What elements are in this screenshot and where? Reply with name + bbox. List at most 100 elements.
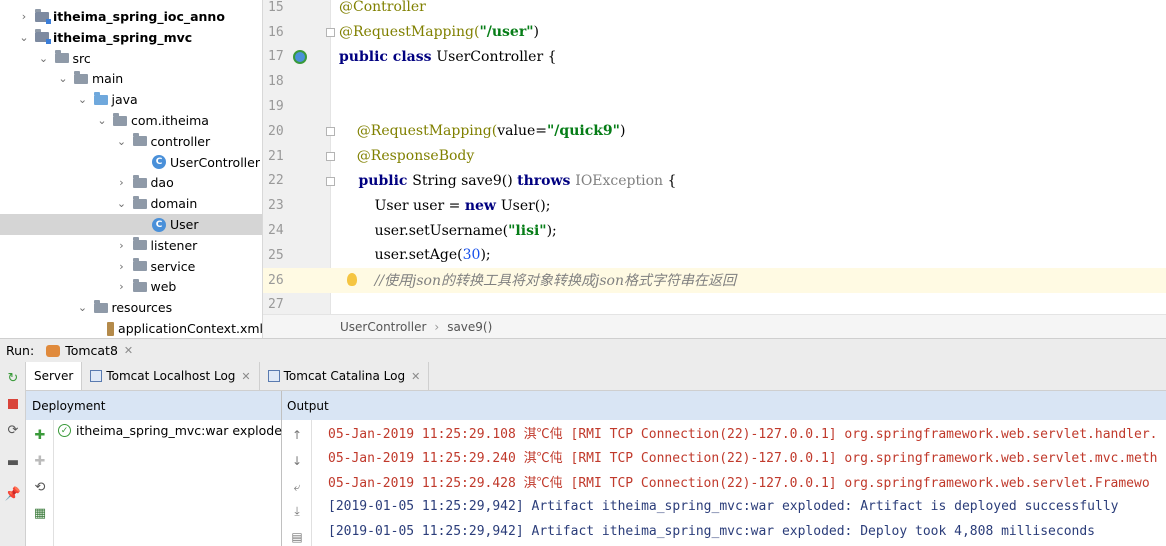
folder-icon xyxy=(132,258,147,272)
run-toolbar: ↻ ⟳ ▬ 📌 xyxy=(0,362,26,546)
tree-item[interactable]: ⌄ domain xyxy=(0,193,262,214)
fold-marker-icon[interactable] xyxy=(326,176,335,186)
tree-item[interactable]: ⌄ com.itheima xyxy=(0,110,262,131)
chevron-down-icon[interactable]: ⌄ xyxy=(77,301,89,314)
tree-item[interactable]: ⌄ src xyxy=(0,48,262,69)
artifact-item[interactable]: ✓ itheima_spring_mvc:war exploded xyxy=(58,423,290,438)
code-editor[interactable]: 15 @Controller 16 @RequestMapping("/user") 1… xyxy=(263,0,1166,338)
breadcrumb-class[interactable]: UserController xyxy=(340,320,426,334)
chevron-right-icon[interactable]: › xyxy=(116,176,128,189)
fold-marker-icon[interactable] xyxy=(326,151,335,161)
output-console[interactable]: ↑ ↓ ⤶ ⤓ ▤ 05-Jan-2019 11:25:29.108 淇℃伅 [… xyxy=(282,420,1166,546)
print-icon[interactable]: ▤ xyxy=(290,530,304,544)
tree-item[interactable]: C User xyxy=(0,214,262,235)
chevron-down-icon[interactable]: ⌄ xyxy=(57,72,69,85)
deploy-icon[interactable]: ✚ xyxy=(33,428,47,443)
code-text: User user = new User(); xyxy=(339,197,551,214)
code-line[interactable]: 26 //使用json的转换工具将对象转换成json格式字符串在返回 xyxy=(263,267,1166,293)
breadcrumb-method[interactable]: save9() xyxy=(447,320,492,334)
code-text: public class UserController { xyxy=(339,48,557,65)
tomcat-icon xyxy=(46,344,61,357)
chevron-down-icon[interactable]: ⌄ xyxy=(77,93,89,106)
tree-item-label: User xyxy=(170,217,199,232)
tree-item-label: service xyxy=(150,258,196,274)
build-artifact-icon[interactable]: ▦ xyxy=(33,506,47,521)
log-line: [2019-01-05 11:25:29,942] Artifact ithei… xyxy=(328,498,1119,514)
chevron-right-icon[interactable]: › xyxy=(116,239,128,252)
chevron-down-icon[interactable]: ⌄ xyxy=(116,135,128,148)
tree-item[interactable]: applicationContext.xml xyxy=(0,318,262,338)
scroll-to-end-icon[interactable]: ⤓ xyxy=(290,504,304,518)
check-icon: ✓ xyxy=(58,424,71,437)
restart-icon[interactable]: ⟳ xyxy=(5,422,21,438)
code-line[interactable]: 16 @RequestMapping("/user") xyxy=(263,20,1166,45)
undeploy-icon[interactable]: ✚ xyxy=(33,454,47,469)
tree-item[interactable]: › service xyxy=(0,256,262,277)
source-folder-icon xyxy=(93,91,108,105)
arrow-down-icon[interactable]: ↓ xyxy=(290,454,304,468)
spring-bean-icon[interactable] xyxy=(293,49,307,64)
tree-item-label: web xyxy=(150,279,177,295)
pin-icon[interactable]: 📌 xyxy=(5,486,21,502)
tab-server[interactable]: Server xyxy=(26,362,83,390)
code-text: @RequestMapping("/user") xyxy=(339,24,539,41)
tree-item[interactable]: ⌄ controller xyxy=(0,131,262,152)
code-line[interactable]: 21 @ResponseBody xyxy=(263,144,1166,169)
chevron-right-icon[interactable]: › xyxy=(18,10,30,23)
fold-marker-icon[interactable] xyxy=(326,27,335,37)
project-tree: › itheima_spring_ioc_anno ⌄ itheima_spring_… xyxy=(0,0,263,338)
tree-item-label: src xyxy=(72,50,91,66)
lightbulb-icon[interactable] xyxy=(347,272,357,286)
chevron-right-icon[interactable]: › xyxy=(116,280,128,293)
fold-marker-icon[interactable] xyxy=(326,127,335,136)
code-line[interactable]: 19 xyxy=(263,94,1166,119)
code-line[interactable]: 23 User user = new User(); xyxy=(263,193,1166,218)
refresh-icon[interactable]: ⟲ xyxy=(33,480,47,495)
breadcrumb: UserController › save9() xyxy=(263,314,1166,338)
code-line[interactable]: 15 @Controller xyxy=(263,0,1166,20)
tree-item[interactable]: › itheima_spring_ioc_anno xyxy=(0,6,262,27)
tree-item-label: itheima_spring_ioc_anno xyxy=(53,9,225,24)
chevron-down-icon[interactable]: ⌄ xyxy=(38,52,50,65)
tree-item[interactable]: › dao xyxy=(0,172,262,193)
tab-localhost-log[interactable]: Tomcat Localhost Log ✕ xyxy=(82,362,260,390)
chevron-down-icon[interactable]: ⌄ xyxy=(96,114,108,127)
xml-file-icon xyxy=(107,321,115,336)
line-number: 19 xyxy=(268,99,284,115)
stop-icon[interactable] xyxy=(5,396,21,412)
code-text: //使用json的转换工具将对象转换成json格式字符串在返回 xyxy=(339,273,736,290)
line-number: 26 xyxy=(268,272,284,288)
layout-icon[interactable]: ▬ xyxy=(5,454,21,470)
tree-item[interactable]: ⌄ itheima_spring_mvc xyxy=(0,27,262,48)
code-line[interactable]: 22 public String save9() throws IOExcept… xyxy=(263,169,1166,194)
chevron-right-icon[interactable]: › xyxy=(116,260,128,273)
tab-catalina-log[interactable]: Tomcat Catalina Log ✕ xyxy=(260,362,430,390)
output-header: Output xyxy=(282,391,1166,420)
chevron-down-icon[interactable]: ⌄ xyxy=(116,197,128,210)
close-icon[interactable]: ✕ xyxy=(241,370,250,383)
code-line[interactable]: 20 @RequestMapping(value="/quick9") xyxy=(263,119,1166,144)
close-icon[interactable]: ✕ xyxy=(411,370,420,383)
soft-wrap-icon[interactable]: ⤶ xyxy=(290,480,304,494)
code-line[interactable]: 25 user.setAge(30); xyxy=(263,243,1166,268)
log-line: 05-Jan-2019 11:25:29.240 淇℃伅 [RMI TCP Co… xyxy=(328,451,1158,467)
chevron-down-icon[interactable]: ⌄ xyxy=(18,31,30,44)
code-line[interactable]: 17 public class UserController { xyxy=(263,45,1166,70)
close-icon[interactable]: ✕ xyxy=(124,344,133,357)
run-config-tab[interactable]: Tomcat8 xyxy=(65,343,118,358)
tree-item[interactable]: C UserController xyxy=(0,152,262,173)
tree-item[interactable]: ⌄ main xyxy=(0,68,262,89)
arrow-up-icon[interactable]: ↑ xyxy=(290,428,304,442)
tree-item[interactable]: ⌄ resources xyxy=(0,297,262,318)
tree-item-label: listener xyxy=(150,237,198,253)
output-toolbar: ↑ ↓ ⤶ ⤓ ▤ xyxy=(282,420,312,546)
rerun-icon[interactable]: ↻ xyxy=(5,370,21,386)
code-line[interactable]: 18 xyxy=(263,69,1166,94)
tree-item[interactable]: ⌄ java xyxy=(0,89,262,110)
line-number: 16 xyxy=(268,24,284,40)
artifact-label: itheima_spring_mvc:war exploded xyxy=(76,423,290,438)
folder-icon xyxy=(113,112,127,126)
tree-item[interactable]: › listener xyxy=(0,235,262,256)
code-line[interactable]: 24 user.setUsername("lisi"); xyxy=(263,218,1166,243)
tree-item[interactable]: › web xyxy=(0,276,262,297)
